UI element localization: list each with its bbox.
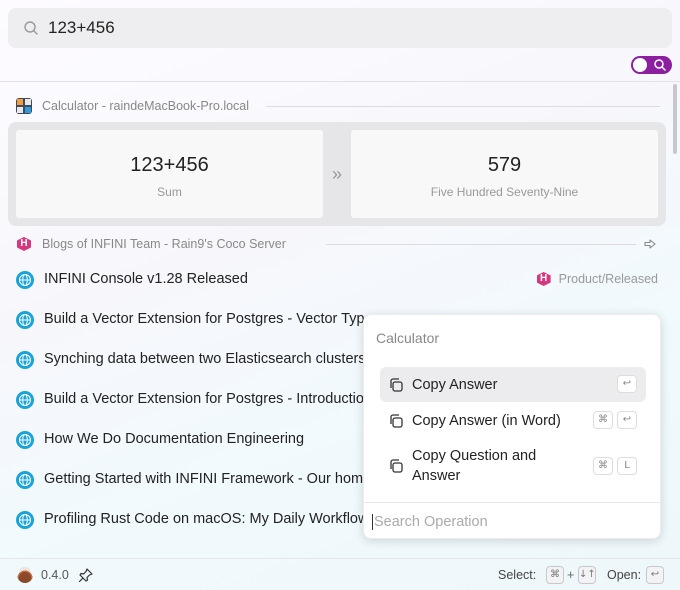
copy-answer-in-word-option[interactable]: Copy Answer (in Word) ⌘ ↩: [380, 403, 646, 438]
list-item[interactable]: INFINI Console v1.28 Released H Product/…: [16, 270, 666, 290]
pin-icon[interactable]: [78, 567, 94, 583]
server-badge-icon: H: [536, 272, 551, 286]
list-item-category: Product/Released: [558, 272, 658, 286]
toggle-knob: [633, 58, 647, 72]
list-item-title: INFINI Console v1.28 Released: [44, 271, 248, 287]
select-label: Select:: [498, 568, 537, 582]
open-label: Open:: [607, 568, 642, 582]
search-icon: [24, 21, 38, 35]
list-item-title: Synching data between two Elasticsearch …: [44, 351, 366, 367]
server-badge-icon: H: [17, 237, 31, 251]
list-item-title: How We Do Documentation Engineering: [44, 431, 305, 447]
globe-icon: [16, 271, 34, 289]
calculator-question-label: Sum: [157, 185, 182, 199]
blog-section-title: Blogs of INFINI Team - Rain9's Coco Serv…: [42, 237, 286, 251]
double-chevron-right-icon: »: [331, 164, 342, 184]
arrow-right-icon[interactable]: [644, 238, 656, 250]
app-logo: [17, 567, 33, 583]
search-input[interactable]: 123+456: [48, 18, 115, 38]
option-label-line1: Copy Question and: [412, 448, 537, 464]
shortcut-key: L: [617, 457, 637, 475]
shortcut-key: ↓↑: [578, 566, 596, 584]
calculator-question: 123+456: [130, 154, 209, 176]
search-mode-toggle[interactable]: [631, 56, 672, 74]
plus-label: +: [567, 568, 575, 582]
list-item-title: Build a Vector Extension for Postgres - …: [44, 391, 373, 407]
shortcut-key: ⌘: [593, 457, 613, 475]
popup-divider: [364, 502, 660, 503]
shortcut-key: ⌘: [546, 566, 564, 584]
header-divider: [0, 81, 680, 82]
operation-search-input[interactable]: Search Operation: [372, 514, 488, 530]
scrollbar[interactable]: [673, 84, 677, 154]
calculator-section-title: Calculator - raindeMacBook-Pro.local: [42, 99, 250, 113]
copy-answer-option[interactable]: Copy Answer ↩: [380, 367, 646, 402]
globe-icon: [16, 431, 34, 449]
globe-icon: [16, 391, 34, 409]
globe-icon: [16, 511, 34, 529]
section-divider: [266, 106, 660, 107]
copy-icon: [390, 378, 403, 392]
version-label: 0.4.0: [41, 568, 69, 582]
blog-section-header: H Blogs of INFINI Team - Rain9's Coco Se…: [16, 236, 660, 252]
calculator-answer-label: Five Hundred Seventy-Nine: [430, 185, 579, 199]
list-item-title: Profiling Rust Code on macOS: My Daily W…: [44, 511, 369, 527]
shortcut-key: ⌘: [593, 411, 613, 429]
copy-question-and-answer-option[interactable]: Copy Question and Answer ⌘ L: [380, 441, 646, 491]
calculator-question-box: 123+456 Sum: [16, 130, 323, 218]
shortcut-key: ↩: [617, 411, 637, 429]
calculator-result-panel[interactable]: 123+456 Sum » 579 Five Hundred Seventy-N…: [8, 122, 666, 226]
shortcut-key: ↩: [646, 566, 664, 584]
calculator-answer: 579: [487, 154, 522, 176]
calculator-icon: [16, 98, 32, 114]
globe-icon: [16, 311, 34, 329]
shortcut-key: ↩: [617, 375, 637, 393]
option-label: Copy Answer: [412, 377, 498, 393]
calculator-answer-box: 579 Five Hundred Seventy-Nine: [351, 130, 658, 218]
copy-icon: [390, 459, 403, 473]
footer: 0.4.0 Select: ⌘ + ↓↑ Open: ↩: [0, 558, 680, 590]
list-item-title: Build a Vector Extension for Postgres - …: [44, 311, 373, 327]
globe-icon: [16, 351, 34, 369]
list-item-title: Getting Started with INFINI Framework - …: [44, 471, 372, 487]
search-bar[interactable]: 123+456: [8, 8, 672, 48]
option-label-line2: Answer: [412, 468, 461, 484]
action-popup: Calculator Copy Answer ↩ Copy Answer (in…: [363, 314, 661, 539]
list-item-tag: H Product/Released: [536, 272, 658, 286]
toggle-search-icon: [654, 59, 666, 71]
globe-icon: [16, 471, 34, 489]
calculator-section-header: Calculator - raindeMacBook-Pro.local: [16, 98, 660, 114]
popup-title: Calculator: [376, 330, 440, 346]
option-label: Copy Answer (in Word): [412, 413, 561, 429]
section-divider: [326, 244, 636, 245]
copy-icon: [390, 414, 403, 428]
